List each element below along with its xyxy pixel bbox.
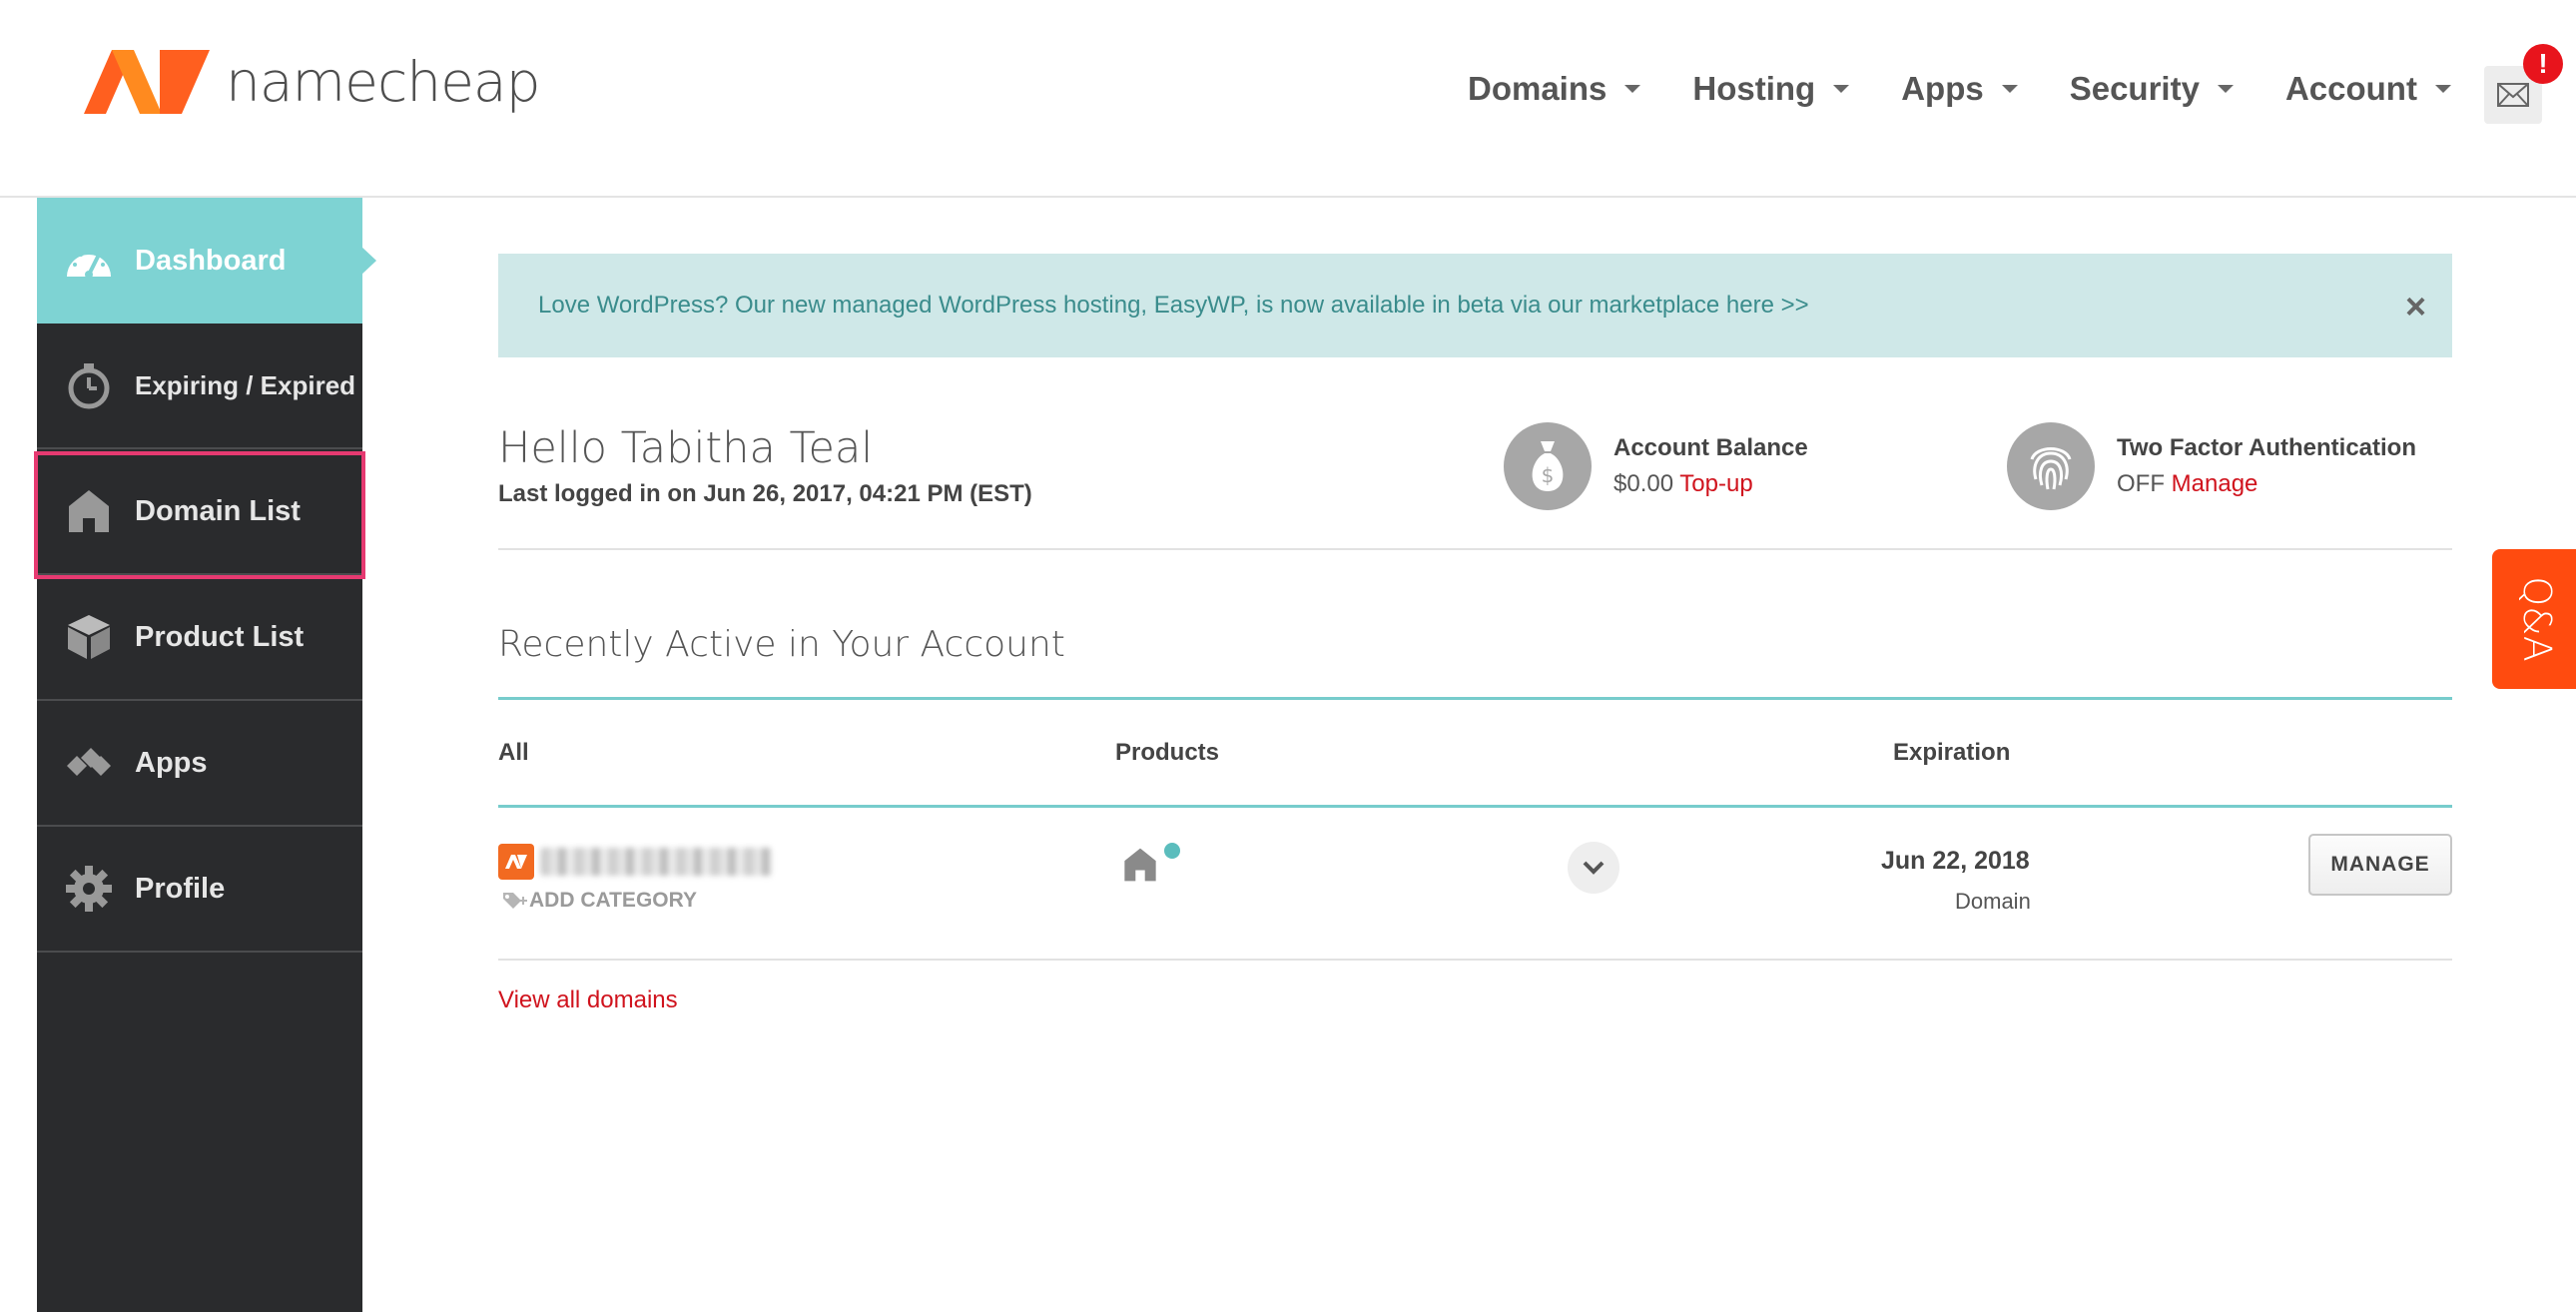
recently-active-title: Recently Active in Your Account [498,624,1065,665]
namecheap-logo[interactable]: namecheap [82,44,541,120]
expand-row-button[interactable] [1568,842,1619,894]
namecheap-logo-icon [84,50,210,114]
two-factor-title: Two Factor Authentication [2117,434,2416,461]
manage-2fa-link[interactable]: Manage [2172,470,2258,497]
sidebar-item-label: Profile [135,872,226,905]
sidebar-item-label: Dashboard [135,244,287,277]
two-factor-stat: Two Factor Authentication OFF Manage [2007,422,2416,510]
nav-apps[interactable]: Apps [1901,70,2018,108]
banner-text[interactable]: Love WordPress? Our new managed WordPres… [538,292,1809,320]
nav-hosting-label: Hosting [1692,70,1816,107]
nav-apps-label: Apps [1901,70,1984,107]
sidebar-item-apps[interactable]: Apps [37,701,362,827]
account-balance-value: $0.00 [1613,470,1674,497]
nav-security[interactable]: Security [2070,70,2234,108]
envelope-icon [2497,83,2529,107]
sidebar-item-domain-list[interactable]: Domain List [37,449,362,575]
sidebar-item-label: Domain List [135,494,301,527]
sidebar-item-expiring[interactable]: Expiring / Expired [37,324,362,449]
expiration-type: Domain [1955,889,2031,914]
caret-down-icon [2217,85,2234,93]
top-up-link[interactable]: Top-up [1679,470,1752,497]
sidebar-item-profile[interactable]: Profile [37,827,362,953]
divider [498,805,2452,808]
domain-name-redacted[interactable] [540,848,772,876]
column-header-products[interactable]: Products [1115,739,1219,767]
promo-banner: Love WordPress? Our new managed WordPres… [498,254,2452,357]
namecheap-domain-icon [498,844,534,880]
nav-domains-label: Domains [1468,70,1608,107]
greeting-title: Hello Tabitha Teal [498,423,874,473]
column-header-expiration[interactable]: Expiration [1893,739,2010,767]
last-login-text: Last logged in on Jun 26, 2017, 04:21 PM… [498,480,1032,507]
two-factor-status: OFF [2117,470,2165,497]
divider [498,959,2452,961]
chevron-down-icon [1583,861,1605,875]
gear-icon [63,863,115,915]
domain-product-house-icon[interactable] [1122,847,1158,888]
sidebar-item-label: Product List [135,620,305,653]
nav-account[interactable]: Account [2285,70,2451,108]
add-category-button[interactable]: ADD CATEGORY [501,889,697,913]
caret-down-icon [2434,85,2451,93]
svg-text:$: $ [1542,463,1555,487]
sidebar-item-dashboard[interactable]: Dashboard [37,198,362,324]
caret-down-icon [1833,85,1850,93]
box-icon [63,611,115,663]
view-all-domains-link[interactable]: View all domains [498,986,678,1014]
logo-wordmark: namecheap [226,50,541,114]
expiration-date: Jun 22, 2018 [1881,847,2030,875]
account-balance-stat: $ Account Balance $0.00 Top-up [1504,422,1808,510]
sidebar-item-product-list[interactable]: Product List [37,575,362,701]
tag-plus-icon [503,893,527,909]
divider [498,548,2452,550]
column-header-all[interactable]: All [498,739,529,767]
sidebar: Dashboard Expiring / Expired Domain List… [37,198,362,1312]
diamonds-icon [63,737,115,789]
add-category-label: ADD CATEGORY [529,889,697,912]
nav-domains[interactable]: Domains [1468,70,1641,108]
caret-down-icon [1624,85,1641,93]
sidebar-item-label: Apps [135,746,208,779]
account-balance-title: Account Balance [1613,434,1808,461]
speedometer-icon [63,235,115,287]
nav-security-label: Security [2069,70,2200,107]
sidebar-item-label: Expiring / Expired [135,369,356,400]
top-header: namecheap Domains Hosting Apps Security … [0,0,2576,198]
nav-hosting[interactable]: Hosting [1692,70,1850,108]
house-icon [63,485,115,537]
money-bag-icon: $ [1504,422,1592,510]
close-icon[interactable]: × [2405,286,2426,328]
caret-down-icon [2001,85,2018,93]
qa-feedback-tab[interactable]: Q&A [2492,549,2576,689]
status-dot [1164,843,1180,859]
stopwatch-icon [63,359,115,411]
notification-badge: ! [2523,44,2563,84]
main-nav: Domains Hosting Apps Security Account [1468,70,2503,108]
manage-button[interactable]: MANAGE [2308,834,2452,896]
nav-account-label: Account [2284,70,2417,107]
fingerprint-icon [2007,422,2095,510]
divider [498,697,2452,700]
qa-tab-label: Q&A [2514,576,2559,662]
